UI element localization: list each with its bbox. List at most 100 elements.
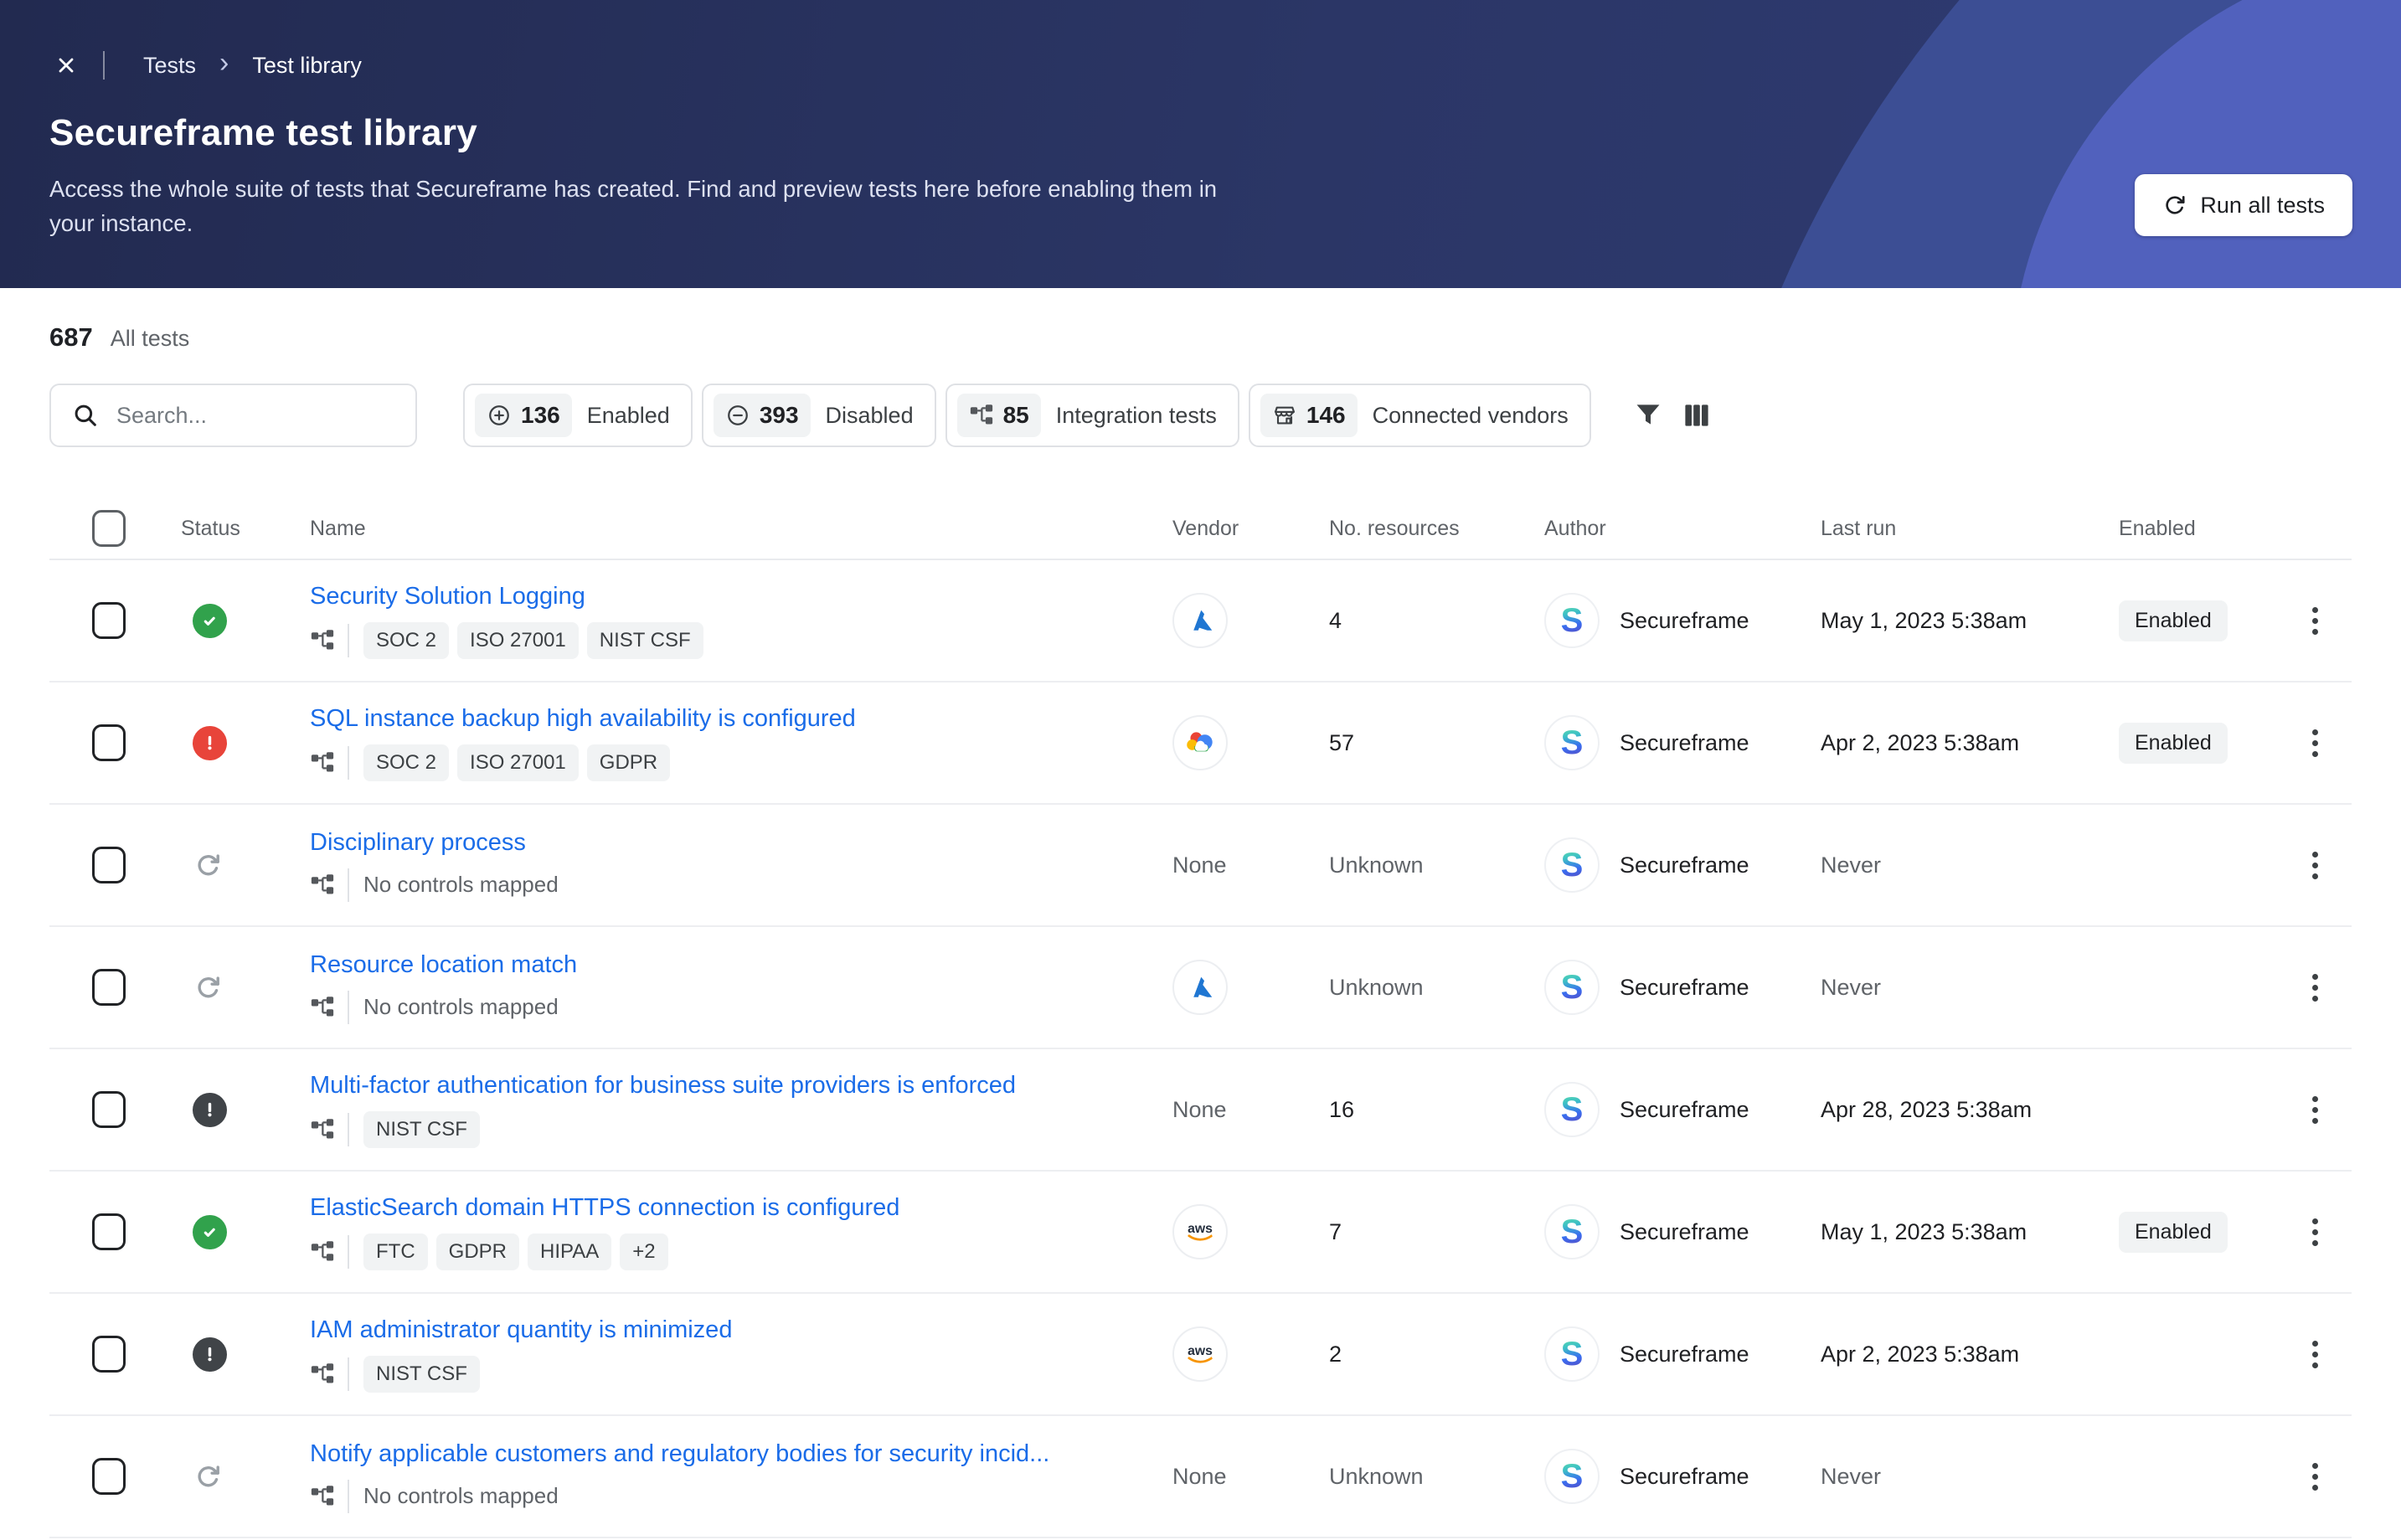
vendor-none-label: None	[1172, 1096, 1227, 1122]
run-all-tests-button[interactable]: Run all tests	[2135, 174, 2352, 236]
search-icon	[75, 404, 96, 426]
row-checkbox[interactable]	[92, 602, 126, 639]
pass-status-icon	[193, 1214, 227, 1249]
column-header-resources: No. resources	[1329, 516, 1460, 540]
azure-logo	[1172, 593, 1228, 648]
refresh-icon	[2166, 195, 2185, 214]
resource-count: 4	[1329, 607, 1342, 633]
table-header-row: Status Name Vendor No. resources Author …	[49, 498, 2352, 560]
vendors-count: 146	[1306, 402, 1346, 428]
table-row: IAM administrator quantity is minimized …	[49, 1294, 2352, 1416]
author-name: Secureframe	[1620, 1218, 1749, 1244]
framework-badges: SOC 2 ISO 27001 GDPR	[363, 744, 678, 781]
row-checkbox[interactable]	[92, 724, 126, 761]
resource-count: 2	[1329, 1341, 1342, 1367]
page-title: Secureframe test library	[49, 112, 478, 153]
test-name-link[interactable]: Security Solution Logging	[310, 583, 585, 610]
integration-count-badge: 85	[956, 394, 1041, 437]
row-menu-button[interactable]	[2302, 719, 2328, 767]
row-checkbox[interactable]	[92, 847, 126, 883]
select-all-checkbox[interactable]	[92, 510, 126, 547]
test-name-link[interactable]: Notify applicable customers and regulato…	[310, 1440, 1049, 1468]
breadcrumb-test-library[interactable]: Test library	[252, 53, 362, 79]
filter-chip-disabled[interactable]: 393 Disabled	[701, 384, 936, 447]
columns-button[interactable]	[1672, 391, 1721, 440]
test-meta: NIST CSF	[310, 1110, 488, 1148]
row-checkbox[interactable]	[92, 1213, 126, 1250]
test-meta: FTC GDPR HIPAA +2	[310, 1233, 677, 1270]
no-controls-label: No controls mapped	[363, 1483, 559, 1508]
meta-divider	[348, 1357, 349, 1391]
row-menu-button[interactable]	[2302, 842, 2328, 889]
test-name-link[interactable]: Disciplinary process	[310, 829, 526, 857]
column-header-status: Status	[181, 516, 240, 540]
row-checkbox[interactable]	[92, 969, 126, 1006]
test-name-link[interactable]: ElasticSearch domain HTTPS connection is…	[310, 1194, 899, 1222]
row-menu-button[interactable]	[2302, 1086, 2328, 1134]
search-input[interactable]	[115, 401, 369, 430]
resource-count: 7	[1329, 1218, 1342, 1244]
filter-chip-enabled[interactable]: 136 Enabled	[463, 384, 693, 447]
last-run: May 1, 2023 5:38am	[1821, 607, 2027, 633]
column-header-last-run: Last run	[1821, 516, 1897, 540]
close-button[interactable]	[49, 49, 83, 82]
secureframe-avatar: S	[1544, 593, 1600, 648]
secureframe-logo-icon: S	[1560, 847, 1584, 883]
integration-icon	[311, 1362, 334, 1383]
google-cloud-logo	[1172, 715, 1228, 770]
svg-text:aws: aws	[1188, 1222, 1213, 1236]
resource-count: Unknown	[1329, 974, 1424, 1000]
framework-badges: SOC 2 ISO 27001 NIST CSF	[363, 621, 712, 659]
enabled-count-badge: 136	[475, 394, 572, 437]
last-run: Apr 2, 2023 5:38am	[1821, 1341, 2020, 1367]
framework-badge: NIST CSF	[363, 1110, 480, 1148]
secureframe-avatar: S	[1544, 837, 1600, 893]
row-checkbox[interactable]	[92, 1091, 126, 1128]
meta-divider	[348, 990, 349, 1024]
last-run: Never	[1821, 974, 1882, 1000]
test-name-link[interactable]: Multi-factor authentication for business…	[310, 1072, 1016, 1100]
row-menu-button[interactable]	[2302, 597, 2328, 645]
test-name-link[interactable]: IAM administrator quantity is minimized	[310, 1316, 732, 1344]
last-run: Apr 28, 2023 5:38am	[1821, 1096, 2033, 1122]
no-controls-label: No controls mapped	[363, 994, 559, 1019]
row-menu-button[interactable]	[2302, 964, 2328, 1012]
chevron-right-icon: ›	[219, 47, 229, 79]
filter-chip-connected-vendors[interactable]: 146 Connected vendors	[1248, 384, 1591, 447]
warn-status-icon	[193, 1337, 227, 1372]
framework-badge: SOC 2	[363, 744, 450, 781]
test-name-link[interactable]: Resource location match	[310, 951, 577, 979]
filter-chip-integration-tests[interactable]: 85 Integration tests	[945, 384, 1239, 447]
storefront-icon	[1274, 406, 1295, 425]
breadcrumb-tests[interactable]: Tests	[143, 53, 196, 79]
secureframe-logo-icon: S	[1560, 1336, 1584, 1373]
meta-divider	[348, 868, 349, 902]
integration-icon	[311, 996, 334, 1016]
secureframe-avatar: S	[1544, 1204, 1600, 1259]
row-checkbox[interactable]	[92, 1336, 126, 1373]
aws-logo: aws	[1172, 1326, 1228, 1382]
resource-count: Unknown	[1329, 852, 1424, 878]
fail-status-icon	[193, 725, 227, 760]
row-checkbox[interactable]	[92, 1458, 126, 1495]
test-name-link[interactable]: SQL instance backup high availability is…	[310, 705, 856, 733]
integration-icon	[970, 404, 992, 425]
pending-status-icon	[193, 850, 224, 881]
test-meta: No controls mapped	[310, 1479, 559, 1513]
test-meta: SOC 2 ISO 27001 NIST CSF	[310, 621, 712, 659]
table-row: ElasticSearch domain HTTPS connection is…	[49, 1172, 2352, 1294]
author-name: Secureframe	[1620, 1096, 1749, 1122]
secureframe-avatar: S	[1544, 960, 1600, 1015]
row-menu-button[interactable]	[2302, 1208, 2328, 1256]
author-name: Secureframe	[1620, 607, 1749, 633]
integration-icon	[311, 1485, 334, 1505]
filter-button[interactable]	[1624, 391, 1672, 440]
row-menu-button[interactable]	[2302, 1453, 2328, 1501]
table-row: Notify applicable customers and regulato…	[49, 1416, 2352, 1538]
resource-count: 16	[1329, 1096, 1355, 1122]
author-name: Secureframe	[1620, 729, 1749, 755]
row-menu-button[interactable]	[2302, 1331, 2328, 1378]
secureframe-logo-icon: S	[1560, 724, 1584, 761]
integration-count: 85	[1002, 402, 1029, 428]
test-meta: No controls mapped	[310, 990, 559, 1024]
